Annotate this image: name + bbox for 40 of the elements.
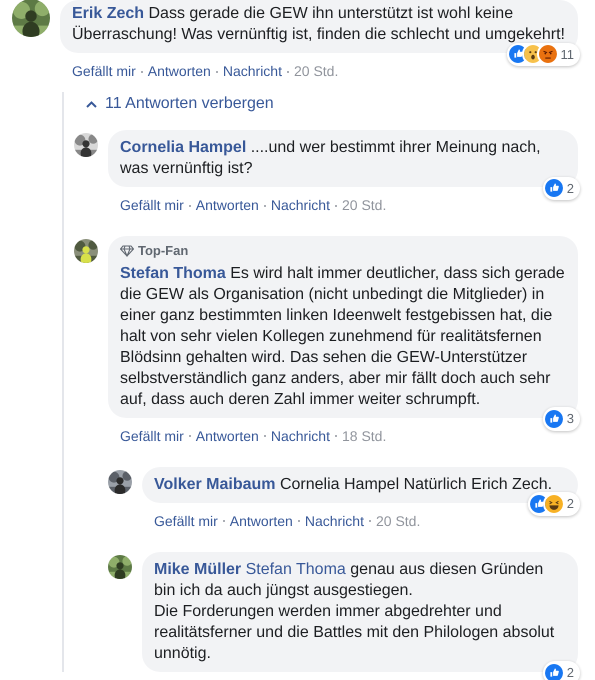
author-link[interactable]: Stefan Thoma <box>120 264 226 282</box>
author-link[interactable]: Mike Müller <box>154 560 242 578</box>
reaction-summary[interactable]: 2 <box>542 176 580 200</box>
surprised-face-icon <box>524 45 542 64</box>
thumbs-up-icon <box>544 664 563 680</box>
action-link[interactable]: Antworten <box>196 426 259 446</box>
action-link[interactable]: Nachricht <box>270 195 330 216</box>
reaction-summary[interactable]: 11 <box>506 42 580 66</box>
action-link[interactable]: Gefällt mir <box>120 195 184 216</box>
angry-face-icon <box>538 45 556 64</box>
thumbs-up-icon <box>544 179 563 198</box>
top-fan-label: Top-Fan <box>138 242 188 260</box>
comment-text: Stefan Thoma Es wird halt immer deutlicher, dass sich gerade die GEW als Organisation (nicht unbedingt die Mitglieder) in einer ganz bestimmten linken Ideenwelt festgebissen hat, die halt von sehr vielen Kollegen zunehmend für realitätsfernen Blödsinn gehalten wird. Das sehen die GEW-Unterstützer selbstverständlich ganz anders, aber mir fällt doch auch sehr auf, dass auch deren Zahl immer weiter schrumpft. <box>120 264 566 410</box>
action-link[interactable]: Nachricht <box>222 61 282 82</box>
author-link[interactable]: Erik Zech <box>72 5 144 22</box>
author-link[interactable]: Cornelia Hampel <box>120 139 246 156</box>
reaction-summary[interactable]: 3 <box>542 407 580 430</box>
action-link[interactable]: Gefällt mir <box>120 426 184 446</box>
caret-up-icon <box>86 100 97 108</box>
action-link[interactable]: Antworten <box>230 510 293 532</box>
action-link[interactable]: Gefällt mir <box>154 510 218 532</box>
laughing-face-icon <box>544 494 563 513</box>
reaction-summary[interactable]: 2 <box>528 492 580 516</box>
mention-link[interactable]: Stefan Thoma <box>246 560 346 578</box>
thumbs-up-icon <box>544 410 563 428</box>
reaction-summary[interactable]: 2 <box>542 661 580 680</box>
comment-text: Cornelia Hampel ....und wer bestimmt ihrer Meinung nach, was vernünftig ist? <box>120 138 542 179</box>
action-link[interactable]: Gefällt mir <box>72 61 136 82</box>
action-link[interactable]: Antworten <box>148 61 211 82</box>
comment-text: Mike Müller Stefan Thoma genau aus diesen Gründen bin ich da auch jüngst ausgestiegen. Die Forderungen werden immer abgedrehter und realitätsferner und die Battles mit den Philologen absolut unnötig. <box>154 560 556 664</box>
action-link[interactable]: Nachricht <box>270 426 330 446</box>
diamond-icon <box>120 244 134 257</box>
action-link[interactable]: Nachricht <box>304 510 364 532</box>
author-link[interactable]: Volker Maibaum <box>154 476 276 492</box>
comment-text: Volker Maibaum Cornelia Hampel Natürlich Erich Zech. <box>154 474 554 494</box>
thumbs-up-icon <box>530 494 548 513</box>
hide-replies-link[interactable]: 11 Antworten verbergen <box>74 92 578 116</box>
action-link[interactable]: Antworten <box>196 195 259 216</box>
comment-text: Erik Zech Dass gerade die GEW ihn unterstützt ist wohl keine Überraschung! Was vernünftig ist, finden die schlecht und umgekehrt! <box>72 4 566 45</box>
thumbs-up-icon <box>508 45 526 64</box>
